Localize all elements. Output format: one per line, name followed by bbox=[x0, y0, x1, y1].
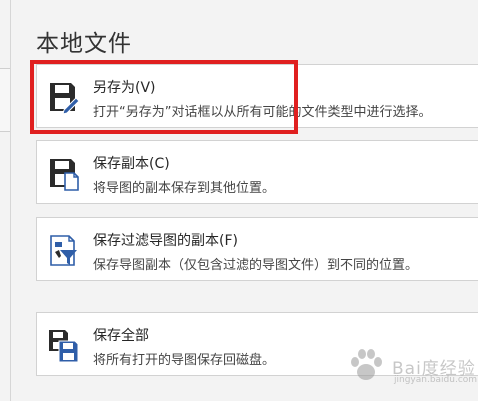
save-filtered-copy-title: 保存过滤导图的副本(F) bbox=[93, 233, 238, 249]
save-as-description: 打开“另存为”对话框以从所有可能的文件类型中进行选择。 bbox=[93, 105, 432, 120]
save-all-title: 保存全部 bbox=[93, 328, 149, 344]
save-all-option[interactable]: 保存全部 将所有打开的导图保存回磁盘。 bbox=[36, 312, 478, 376]
save-copy-option[interactable]: 保存副本(C) 将导图的副本保存到其他位置。 bbox=[36, 140, 478, 204]
save-as-icon bbox=[50, 83, 79, 115]
save-filtered-copy-icon bbox=[50, 235, 77, 266]
save-filtered-copy-option[interactable]: 保存过滤导图的副本(F) 保存导图副本（仅包含过滤的导图文件）到不同的位置。 bbox=[36, 217, 478, 281]
save-copy-title: 保存副本(C) bbox=[93, 156, 170, 172]
watermark-subtext: jingyan.baidu.com bbox=[394, 375, 478, 385]
save-copy-icon bbox=[50, 159, 79, 191]
save-all-icon bbox=[49, 330, 79, 363]
save-as-title: 另存为(V) bbox=[93, 80, 156, 96]
left-pane-selected-edge bbox=[0, 68, 10, 132]
save-filtered-copy-description: 保存导图副本（仅包含过滤的导图文件）到不同的位置。 bbox=[93, 258, 419, 273]
left-navigation-pane bbox=[0, 0, 11, 401]
section-title: 本地文件 bbox=[36, 31, 132, 57]
save-as-option[interactable]: 另存为(V) 打开“另存为”对话框以从所有可能的文件类型中进行选择。 bbox=[36, 64, 478, 128]
save-all-description: 将所有打开的导图保存回磁盘。 bbox=[93, 353, 276, 368]
save-copy-description: 将导图的副本保存到其他位置。 bbox=[93, 181, 276, 196]
